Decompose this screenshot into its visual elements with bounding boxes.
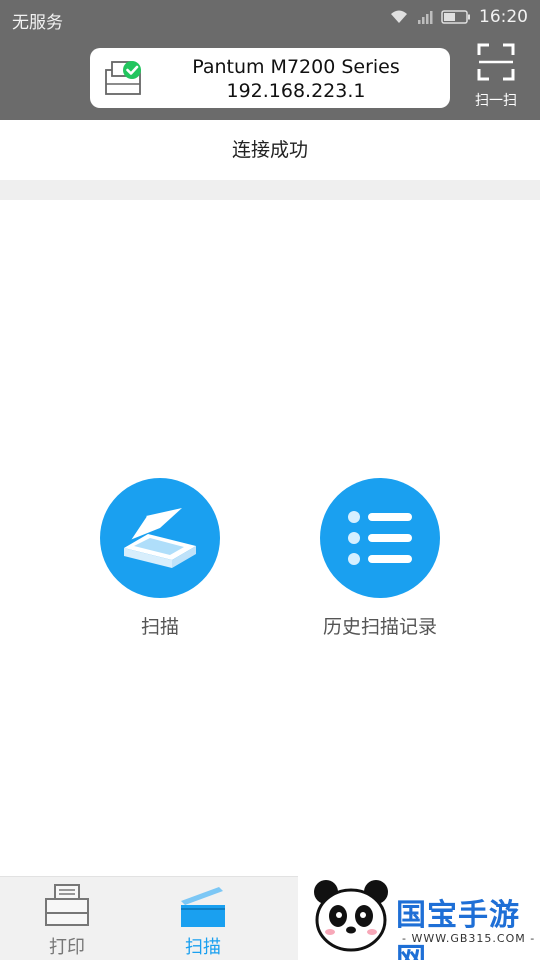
nav-scan-label: 扫描	[185, 937, 221, 958]
device-name: Pantum M7200 Series	[192, 56, 400, 78]
carrier-text: 无服务	[12, 13, 63, 33]
nav-print-label: 打印	[49, 937, 85, 958]
scan-qr-label: 扫一扫	[475, 93, 517, 109]
history-action-circle	[320, 478, 440, 598]
clock: 16:20	[479, 7, 528, 27]
status-bar: 无服务 16:20	[0, 0, 540, 36]
section-divider	[0, 180, 540, 200]
nav-item-print[interactable]: 打印	[22, 883, 112, 959]
scanner-icon	[124, 508, 196, 568]
device-info: Pantum M7200 Series 192.168.223.1	[150, 55, 442, 103]
printer-icon	[45, 884, 89, 926]
scan-qr-button[interactable]: 扫一扫	[466, 42, 526, 110]
connected-device-card[interactable]: Pantum M7200 Series 192.168.223.1	[90, 48, 450, 108]
watermark: 国宝手游网 - WWW.GB315.COM -	[298, 870, 540, 960]
device-ip: 192.168.223.1	[226, 80, 366, 102]
watermark-brand: 国宝手游网	[396, 898, 520, 960]
app-header: Pantum M7200 Series 192.168.223.1 扫一扫	[0, 36, 540, 120]
scan-history-action[interactable]: 历史扫描记录	[290, 478, 470, 639]
watermark-url: - WWW.GB315.COM -	[402, 932, 536, 945]
scan-action-circle	[100, 478, 220, 598]
panda-logo-icon	[314, 880, 388, 952]
scan-action[interactable]: 扫描	[70, 478, 250, 639]
scan-action-label: 扫描	[140, 616, 179, 638]
scanner-nav-icon	[181, 887, 225, 927]
printer-connected-icon	[105, 61, 141, 95]
status-icons: 16:20	[389, 7, 528, 27]
connection-status: 连接成功	[0, 120, 540, 180]
signal-icon	[418, 11, 433, 24]
scan-history-label: 历史扫描记录	[322, 616, 437, 638]
list-icon	[348, 511, 412, 565]
wifi-icon	[391, 10, 407, 23]
nav-item-scan[interactable]: 扫描	[158, 883, 248, 959]
qr-scan-icon	[477, 43, 515, 81]
battery-icon	[441, 10, 470, 24]
